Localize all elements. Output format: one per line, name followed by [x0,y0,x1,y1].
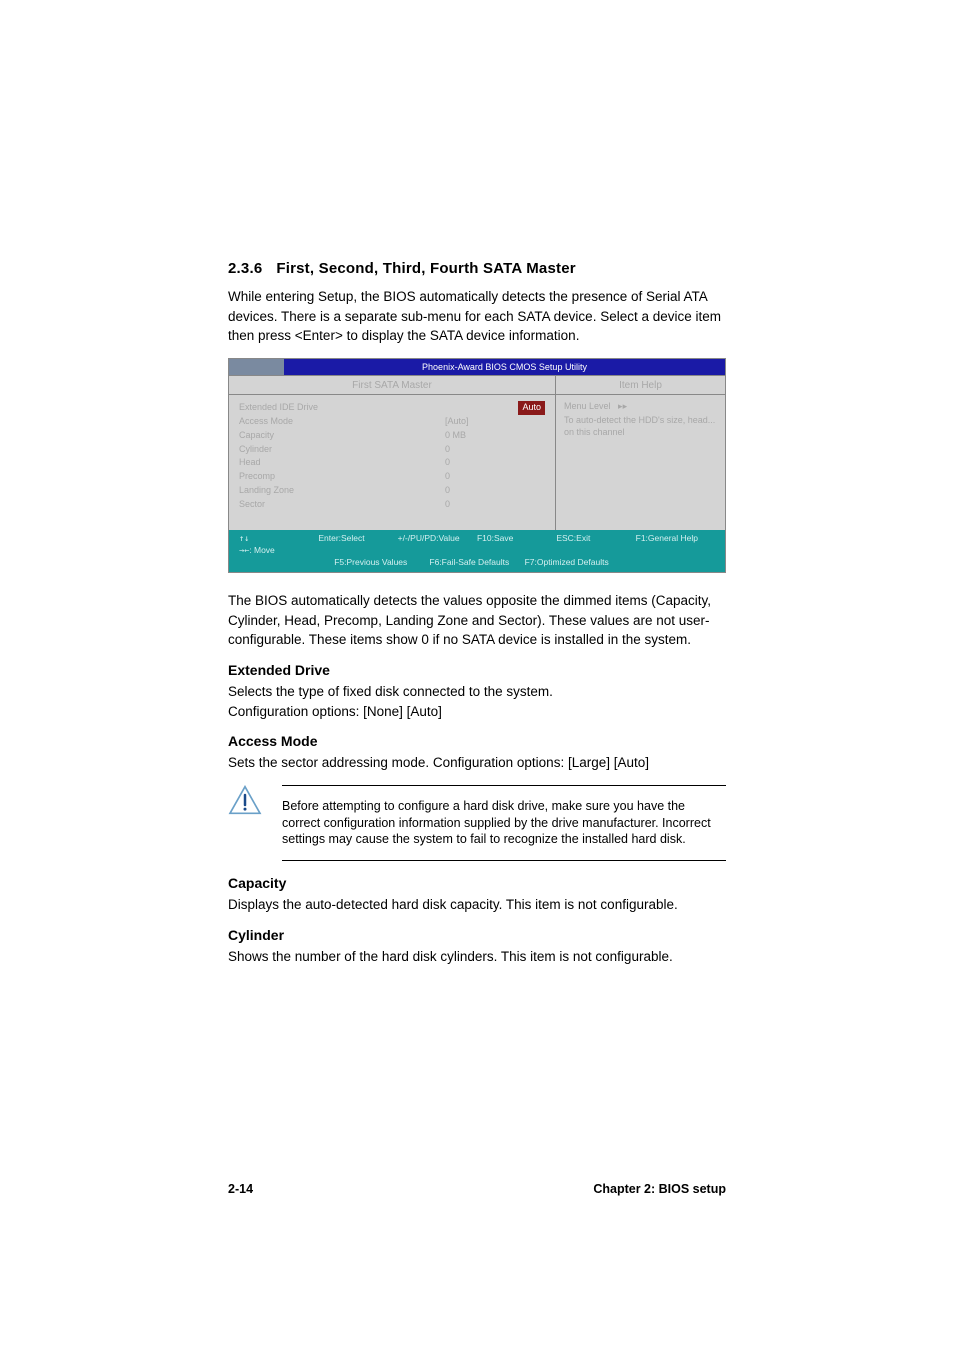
intro-paragraph: While entering Setup, the BIOS automatic… [228,287,726,346]
bios-row-label: Capacity [239,429,445,443]
bios-row-value: 0 [445,443,545,457]
bios-row-extended-ide[interactable]: Extended IDE Drive Auto [239,401,545,415]
arrows-icon: ↑↓→← [239,534,249,556]
bios-row-access-mode[interactable]: Access Mode [Auto] [239,415,545,429]
extended-drive-p1: Selects the type of fixed disk connected… [228,682,726,702]
bios-footer-move: ↑↓→←: Move [239,533,318,557]
extended-drive-heading: Extended Drive [228,662,726,678]
caution-icon [228,785,262,820]
bios-panel-title: First SATA Master [229,376,555,394]
bios-row-label: Access Mode [239,415,445,429]
bios-footer: ↑↓→←: Move Enter:Select +/-/PU/PD:Value … [229,530,725,572]
access-mode-p1: Sets the sector addressing mode. Configu… [228,753,726,773]
bios-help-menu-level-label: Menu Level [564,401,611,411]
bios-row-head: Head 0 [239,456,545,470]
caution-note: Before attempting to configure a hard di… [228,785,726,862]
bios-footer-failsafe: F6:Fail-Safe Defaults [429,557,524,568]
caution-text: Before attempting to configure a hard di… [282,792,726,855]
bios-footer-prev: F5:Previous Values [334,557,429,568]
bios-footer-move-label: Move [254,545,275,555]
bios-row-value: 0 [445,484,545,498]
bios-header-row: First SATA Master Item Help [229,375,725,395]
bios-row-label: Extended IDE Drive [239,401,518,415]
bios-row-capacity: Capacity 0 MB [239,429,545,443]
bios-help-hint: To auto-detect the HDD's size, head... o… [564,414,717,439]
bios-body: Extended IDE Drive Auto Access Mode [Aut… [229,395,725,531]
bios-title-corner [229,359,284,375]
bios-row-value: 0 [445,470,545,484]
bios-help-menu-level: Menu Level ▸▸ [564,401,717,412]
bios-row-landing-zone: Landing Zone 0 [239,484,545,498]
cylinder-heading: Cylinder [228,927,726,943]
bios-panel: Phoenix-Award BIOS CMOS Setup Utility Fi… [228,358,726,574]
bios-row-sector: Sector 0 [239,498,545,512]
bios-footer-help: F1:General Help [636,533,715,557]
after-bios-paragraph: The BIOS automatically detects the value… [228,591,726,650]
bios-help-title: Item Help [555,376,725,394]
bios-row-value: 0 [445,498,545,512]
bios-row-value: [Auto] [445,415,545,429]
bios-utility-title: Phoenix-Award BIOS CMOS Setup Utility [284,359,725,375]
cylinder-p1: Shows the number of the hard disk cylind… [228,947,726,967]
bios-row-value: Auto [518,401,545,415]
capacity-heading: Capacity [228,875,726,891]
page-number: 2-14 [228,1182,253,1196]
bios-row-value: 0 [445,456,545,470]
bios-row-value: 0 MB [445,429,545,443]
menu-level-icon: ▸▸ [618,401,627,411]
bios-help-pane: Menu Level ▸▸ To auto-detect the HDD's s… [555,395,725,531]
bios-row-label: Precomp [239,470,445,484]
page-content: 2.3.6 First, Second, Third, Fourth SATA M… [0,0,954,966]
bios-footer-save: F10:Save [477,533,556,557]
bios-row-precomp: Precomp 0 [239,470,545,484]
bios-footer-enter: Enter:Select [318,533,397,557]
bios-footer-exit: ESC:Exit [556,533,635,557]
bios-footer-optimized: F7:Optimized Defaults [525,557,620,568]
bios-row-label: Head [239,456,445,470]
bios-row-cylinder: Cylinder 0 [239,443,545,457]
section-heading: 2.3.6 First, Second, Third, Fourth SATA M… [228,260,726,277]
chapter-label: Chapter 2: BIOS setup [593,1182,726,1196]
bios-title-bar: Phoenix-Award BIOS CMOS Setup Utility [229,359,725,375]
page-footer: 2-14 Chapter 2: BIOS setup [228,1182,726,1196]
capacity-p1: Displays the auto-detected hard disk cap… [228,895,726,915]
bios-footer-value: +/-/PU/PD:Value [398,533,477,557]
bios-row-label: Sector [239,498,445,512]
bios-settings-list: Extended IDE Drive Auto Access Mode [Aut… [229,395,555,531]
section-number: 2.3.6 [228,260,262,277]
section-title: First, Second, Third, Fourth SATA Master [276,260,575,277]
access-mode-heading: Access Mode [228,733,726,749]
bios-row-label: Cylinder [239,443,445,457]
extended-drive-p2: Configuration options: [None] [Auto] [228,702,726,722]
bios-row-label: Landing Zone [239,484,445,498]
